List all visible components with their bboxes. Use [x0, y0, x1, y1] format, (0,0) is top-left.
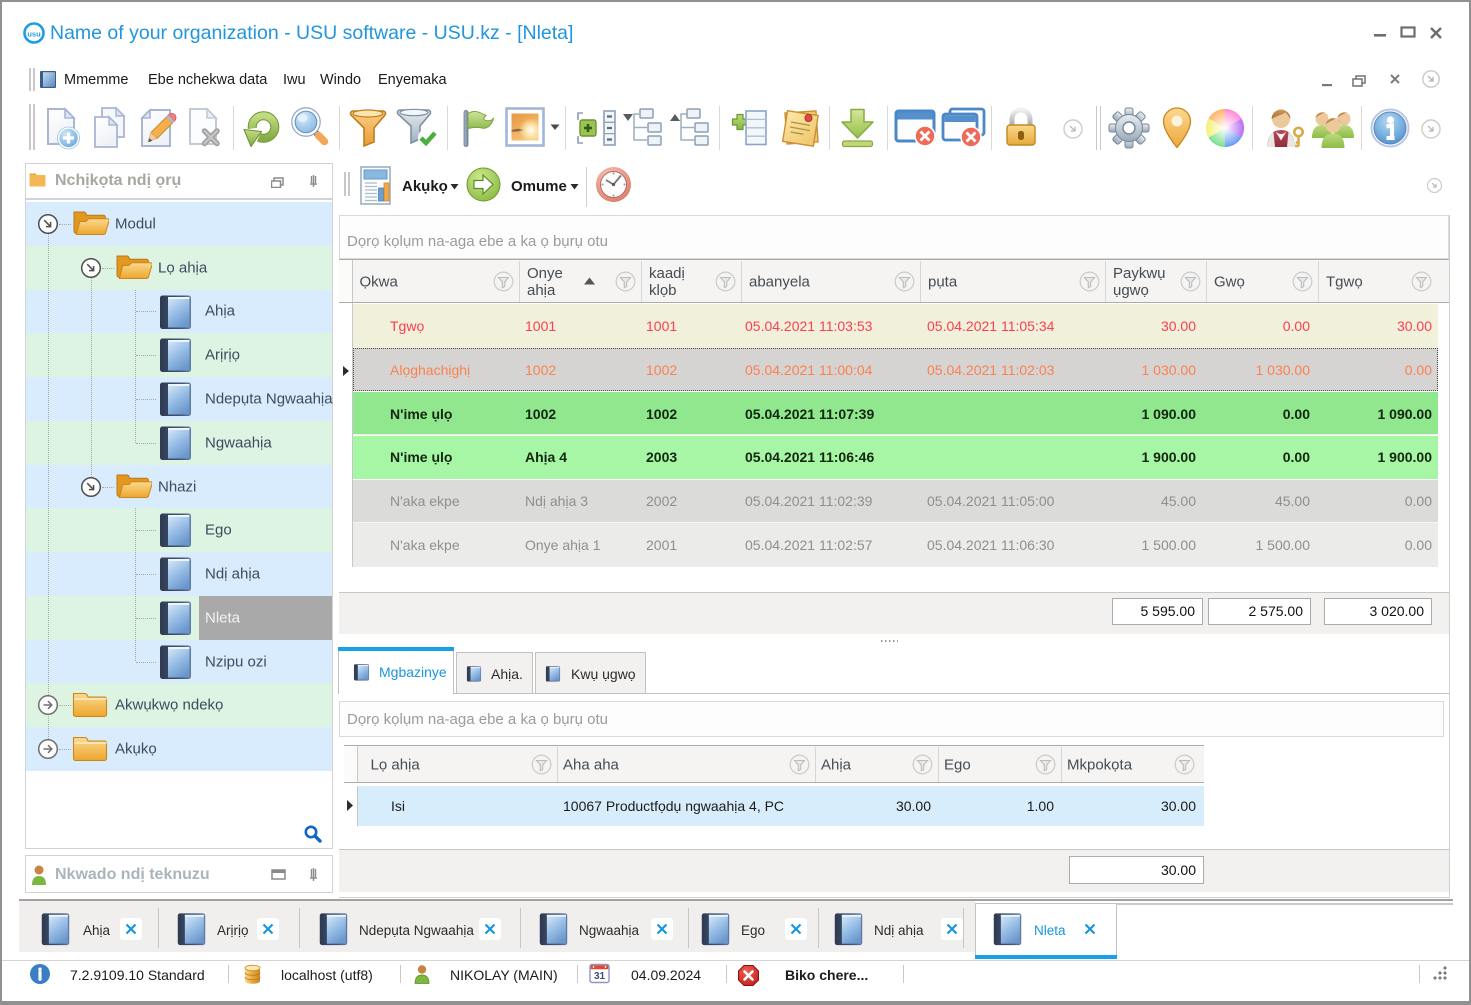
svg-text:31: 31 — [594, 971, 606, 982]
svg-text:usu: usu — [27, 30, 41, 39]
